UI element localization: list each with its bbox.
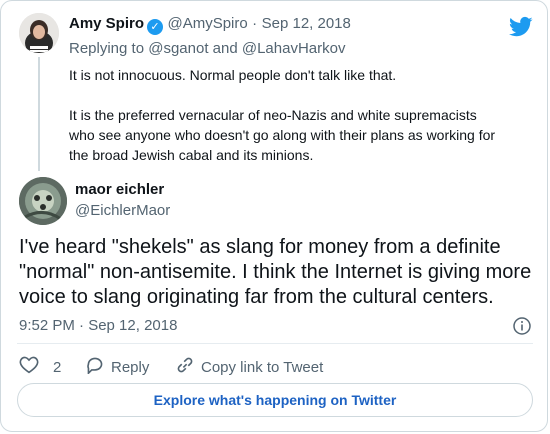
main-author-name[interactable]: maor eichler — [75, 181, 164, 198]
quoted-paragraph-2-line-1: It is the preferred vernacular of neo-Na… — [69, 107, 477, 123]
main-text-line-1: I've heard "shekels" as slang for money … — [19, 236, 501, 258]
avatar-amy-spiro[interactable] — [19, 13, 59, 53]
quoted-author-handle[interactable]: @AmySpiro — [167, 15, 247, 32]
main-timestamp[interactable]: 9:52 PM · Sep 12, 2018 — [19, 317, 177, 334]
verified-badge-icon: ✓ — [147, 19, 164, 35]
like-count: 2 — [53, 358, 62, 376]
replying-handles[interactable]: @sganot and @LahavHarkov — [148, 40, 345, 57]
avatar-maor-eichler[interactable] — [19, 177, 67, 225]
separator-dot: · — [252, 15, 258, 32]
quoted-header: Amy Spiro ✓ @AmySpiro · Sep 12, 2018 — [69, 15, 351, 35]
divider — [17, 343, 533, 344]
main-text-line-2: "normal" non-antisemite. I think the Int… — [19, 261, 532, 283]
quoted-paragraph-2-line-3: the broad Jewish cabal and its minions. — [69, 147, 314, 163]
heart-icon — [19, 356, 39, 378]
thread-connector-line — [38, 57, 40, 171]
main-author-handle[interactable]: @EichlerMaor — [75, 202, 170, 219]
replying-prefix: Replying to — [69, 40, 145, 57]
quoted-date[interactable]: Sep 12, 2018 — [262, 15, 351, 32]
reply-bubble-icon — [85, 356, 105, 378]
quoted-paragraph-2-line-2: who see anyone who doesn't go along with… — [69, 127, 496, 143]
info-icon[interactable] — [513, 317, 531, 335]
copy-link-label: Copy link to Tweet — [201, 358, 324, 376]
main-text-line-3: voice to slang originating far from the … — [19, 286, 494, 308]
replying-to: Replying to @sganot and @LahavHarkov — [69, 40, 345, 57]
explore-twitter-button[interactable]: Explore what's happening on Twitter — [17, 383, 533, 417]
reply-action[interactable]: Reply — [85, 356, 149, 378]
twitter-bird-icon[interactable] — [509, 16, 533, 38]
reply-label: Reply — [111, 358, 150, 376]
copy-link-action[interactable]: Copy link to Tweet — [175, 356, 323, 378]
quoted-author-name[interactable]: Amy Spiro — [69, 15, 144, 32]
like-action[interactable]: 2 — [19, 356, 61, 378]
quoted-paragraph-1: It is not innocuous. Normal people don't… — [69, 67, 397, 83]
link-icon — [175, 356, 195, 378]
tweet-card: Amy Spiro ✓ @AmySpiro · Sep 12, 2018 Repl… — [0, 0, 548, 432]
